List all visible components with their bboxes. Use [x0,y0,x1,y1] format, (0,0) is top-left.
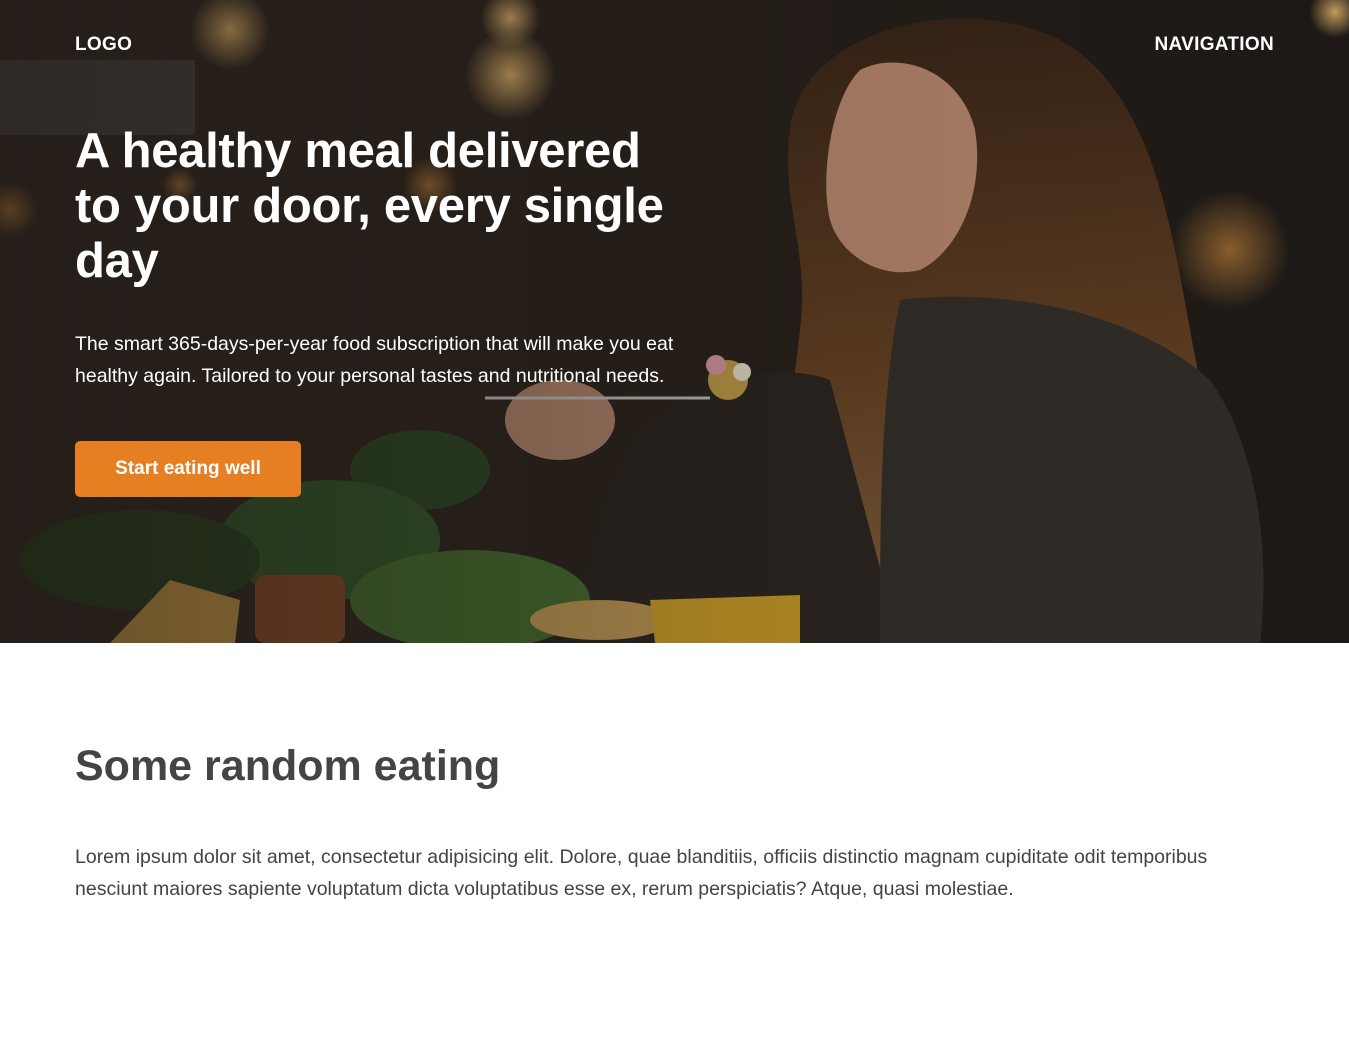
hero-description: The smart 365-days-per-year food subscri… [75,333,674,387]
navigation-link[interactable]: NAVIGATION [1155,34,1274,56]
start-eating-button[interactable]: Start eating well [75,441,301,497]
site-header: LOGO NAVIGATION [75,33,1274,57]
hero-content: A healthy meal delivered to your door, e… [75,124,675,497]
content-section: Some random eating Lorem ipsum dolor sit… [75,643,1275,905]
logo[interactable]: LOGO [75,34,132,56]
section-paragraph: Lorem ipsum dolor sit amet, consectetur … [75,846,1208,900]
hero-section: LOGO NAVIGATION A healthy meal delivered… [0,0,1349,643]
section-title: Some random eating [75,742,501,790]
hero-title: A healthy meal delivered to your door, e… [75,124,664,288]
